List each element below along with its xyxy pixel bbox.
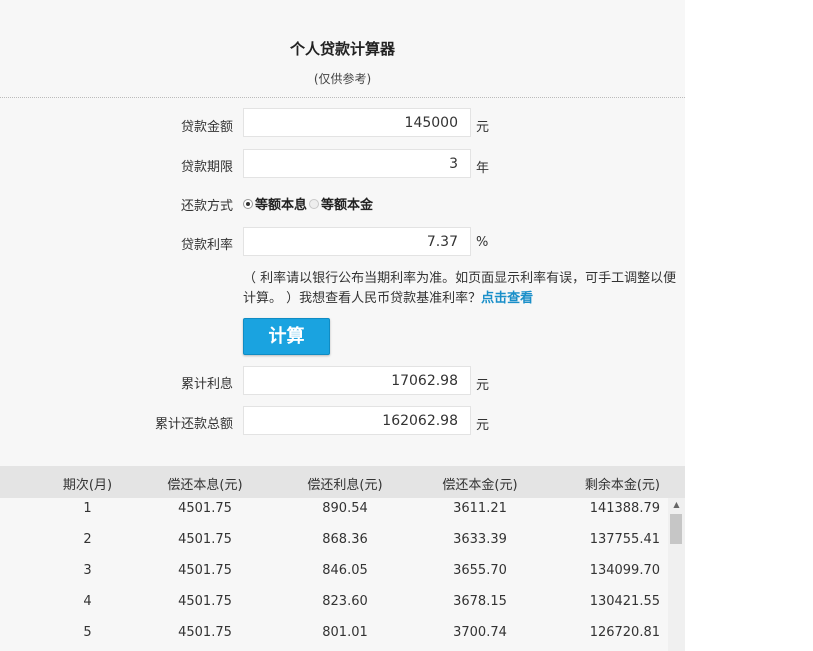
scroll-thumb[interactable] <box>670 514 682 544</box>
total-payment-unit: 元 <box>476 418 490 433</box>
cell-principal: 3655.70 <box>453 563 507 578</box>
table-row: 2 4501.75 868.36 3633.39 137755.41 <box>0 529 668 560</box>
cell-payment: 4501.75 <box>178 501 232 516</box>
rate-note: （ 利率请以银行公布当期利率为准。如页面显示利率有误，可手工调整以便计算。 ）我… <box>243 269 688 309</box>
schedule-table-header: 期次(月) 偿还本息(元) 偿还利息(元) 偿还本金(元) 剩余本金(元) <box>0 466 685 498</box>
cell-remaining: 134099.70 <box>589 563 660 578</box>
page-subtitle: (仅供参考) <box>313 72 372 86</box>
term-input[interactable] <box>243 149 471 178</box>
amount-input[interactable] <box>243 108 471 137</box>
column-header-interest: 偿还利息(元) <box>307 478 383 493</box>
header-divider <box>0 97 685 98</box>
method-label: 还款方式 <box>180 199 233 214</box>
table-scrollbar[interactable]: ▲ <box>668 498 685 651</box>
cell-interest: 823.60 <box>322 594 368 609</box>
total-interest-label: 累计利息 <box>180 377 233 392</box>
radio-unchecked-icon[interactable] <box>309 198 320 209</box>
rate-label: 贷款利率 <box>180 238 233 253</box>
cell-principal: 3633.39 <box>453 532 507 547</box>
cell-period: 3 <box>83 563 92 578</box>
table-row: 3 4501.75 846.05 3655.70 134099.70 <box>0 560 668 591</box>
total-payment-label: 累计还款总额 <box>154 417 233 432</box>
page-margin <box>685 0 813 651</box>
method-option-equal-principal[interactable]: 等额本金 <box>309 194 373 213</box>
total-interest-field[interactable] <box>243 366 471 395</box>
amount-label: 贷款金额 <box>180 120 233 135</box>
rate-input[interactable] <box>243 227 471 256</box>
total-interest-unit: 元 <box>476 378 490 393</box>
cell-remaining: 126720.81 <box>589 625 660 640</box>
cell-principal: 3611.21 <box>453 501 507 516</box>
cell-period: 4 <box>83 594 92 609</box>
term-label: 贷款期限 <box>180 160 233 175</box>
term-unit: 年 <box>476 161 490 176</box>
table-row: 1 4501.75 890.54 3611.21 141388.79 <box>0 498 668 529</box>
amount-unit: 元 <box>476 120 490 135</box>
cell-payment: 4501.75 <box>178 594 232 609</box>
cell-interest: 868.36 <box>322 532 368 547</box>
cell-remaining: 137755.41 <box>589 532 660 547</box>
cell-period: 2 <box>83 532 92 547</box>
cell-payment: 4501.75 <box>178 625 232 640</box>
column-header-payment: 偿还本息(元) <box>167 478 243 493</box>
cell-period: 5 <box>83 625 92 640</box>
column-header-principal: 偿还本金(元) <box>442 478 518 493</box>
cell-principal: 3678.15 <box>453 594 507 609</box>
cell-remaining: 141388.79 <box>589 501 660 516</box>
table-row: 4 4501.75 823.60 3678.15 130421.55 <box>0 591 668 622</box>
page-title: 个人贷款计算器 <box>289 40 395 58</box>
method-radio-group: 等额本息 等额本金 <box>243 194 375 213</box>
total-payment-field[interactable] <box>243 406 471 435</box>
cell-principal: 3700.74 <box>453 625 507 640</box>
schedule-table-body: 1 4501.75 890.54 3611.21 141388.79 2 450… <box>0 498 668 651</box>
radio-checked-icon[interactable] <box>243 198 253 209</box>
cell-payment: 4501.75 <box>178 532 232 547</box>
rate-note-text: （ 利率请以银行公布当期利率为准。如页面显示利率有误，可手工调整以便计算。 ）我… <box>243 271 677 306</box>
column-header-remaining: 剩余本金(元) <box>584 478 660 493</box>
view-rate-link[interactable]: 点击查看 <box>481 291 533 306</box>
method-option-label: 等额本金 <box>321 198 374 213</box>
cell-interest: 801.01 <box>322 625 368 640</box>
calculate-button[interactable]: 计算 <box>243 318 330 355</box>
cell-interest: 890.54 <box>322 501 368 516</box>
column-header-period: 期次(月) <box>62 478 113 493</box>
rate-unit: % <box>476 235 489 250</box>
cell-remaining: 130421.55 <box>589 594 660 609</box>
cell-interest: 846.05 <box>322 563 368 578</box>
cell-payment: 4501.75 <box>178 563 232 578</box>
method-option-label: 等额本息 <box>255 198 308 213</box>
cell-period: 1 <box>83 501 92 516</box>
method-option-equal-installment[interactable]: 等额本息 <box>243 194 307 213</box>
table-row: 5 4501.75 801.01 3700.74 126720.81 <box>0 622 668 651</box>
scroll-up-arrow-icon[interactable]: ▲ <box>668 498 685 512</box>
